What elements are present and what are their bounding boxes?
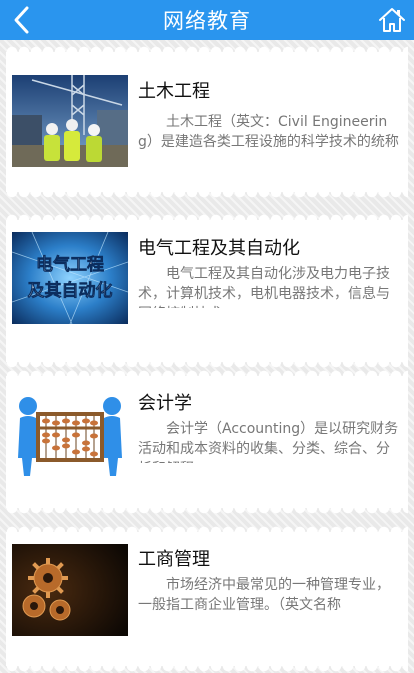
course-item-civil-engineering[interactable]: 土木工程 土木工程（英文：Civil Engineering）是建造各类工程设施… — [6, 46, 408, 198]
course-item-business-administration[interactable]: 工商管理 市场经济中最常见的一种管理专业，一般指工商企业管理。（英文名称 — [6, 526, 408, 672]
course-thumbnail — [12, 388, 128, 480]
course-item-electrical-engineering[interactable]: 电气工程 及其自动化 电气工程及其自动化 电气工程及其自动化涉及电力电子技术，计… — [6, 214, 408, 368]
course-description: 市场经济中最常见的一种管理专业，一般指工商企业管理。（英文名称 — [138, 577, 390, 613]
course-title: 会计学 — [138, 393, 192, 414]
course-thumbnail: 电气工程 及其自动化 — [12, 232, 128, 324]
gears-image — [12, 544, 128, 636]
course-title: 工商管理 — [138, 549, 210, 570]
construction-workers-image — [12, 75, 128, 167]
home-icon — [379, 8, 405, 32]
course-title: 电气工程及其自动化 — [138, 238, 300, 259]
course-title: 土木工程 — [138, 81, 210, 102]
course-description: 会计学（Accounting）是以研究财务活动和成本资料的收集、分类、综合、分析… — [138, 421, 399, 463]
image-caption-line2: 及其自动化 — [28, 280, 113, 301]
course-description: 电气工程及其自动化涉及电力电子技术，计算机技术，电机电器技术，信息与网络控制技术 — [138, 266, 390, 308]
chevron-left-icon — [14, 6, 29, 34]
top-bar: 网络教育 — [0, 0, 414, 40]
page-title: 网络教育 — [163, 9, 251, 33]
course-thumbnail — [12, 75, 128, 167]
course-description: 土木工程（英文：Civil Engineering）是建造各类工程设施的科学技术… — [138, 114, 399, 150]
course-thumbnail — [12, 544, 128, 636]
electrical-engineering-image: 电气工程 及其自动化 — [12, 232, 128, 324]
home-button[interactable] — [370, 0, 414, 40]
course-item-accounting[interactable]: 会计学 会计学（Accounting）是以研究财务活动和成本资料的收集、分类、综… — [6, 370, 408, 514]
abacus-figures-image — [12, 388, 128, 480]
image-caption-line1: 电气工程 — [36, 254, 104, 275]
back-button[interactable] — [0, 0, 44, 40]
course-list: 土木工程 土木工程（英文：Civil Engineering）是建造各类工程设施… — [0, 40, 414, 673]
